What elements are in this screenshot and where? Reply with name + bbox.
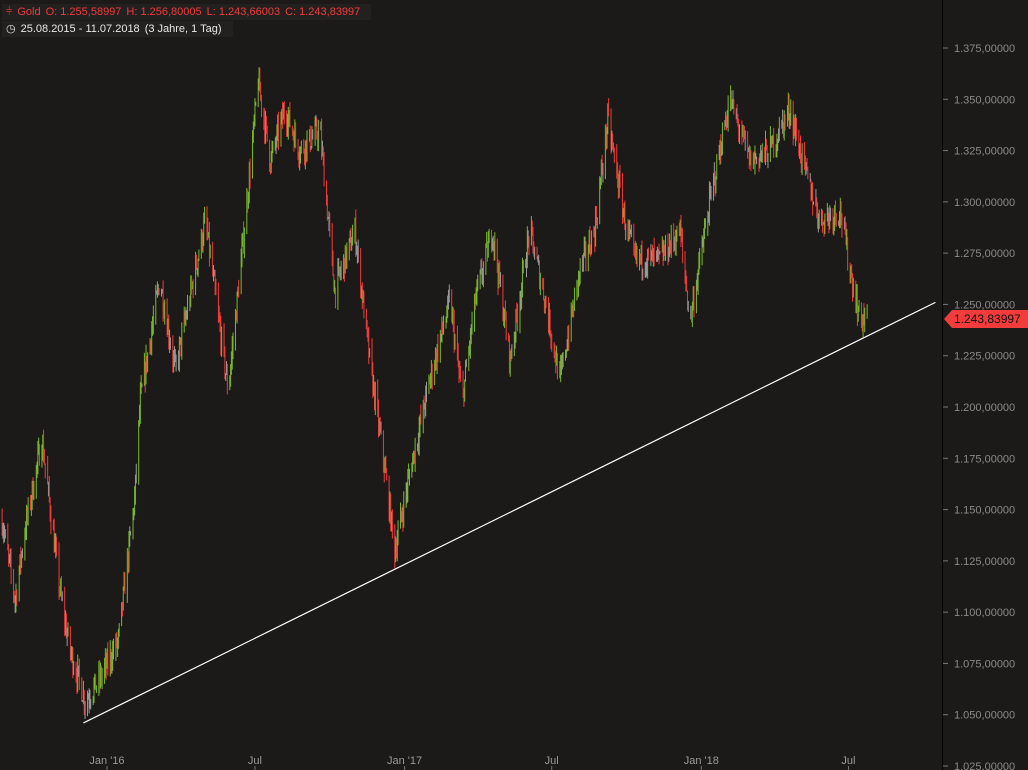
candles [1, 67, 868, 719]
y-tick-label: 1.075,00000 [954, 658, 1015, 670]
price-axis-separator [942, 0, 943, 770]
y-tick-label: 1.050,00000 [954, 710, 1015, 722]
y-tick-label: 1.200,00000 [954, 402, 1015, 414]
x-tick-label: Jul [545, 755, 559, 767]
y-tick-label: 1.325,00000 [954, 146, 1015, 158]
last-price-tag: 1.243,83997 [944, 310, 1028, 328]
x-tick-label: Jul [248, 755, 262, 767]
open-value: O: 1.255,58997 [45, 6, 122, 18]
price-chart[interactable]: 1.375,00000 1.350,00000 1.325,00000 1.300,0… [0, 0, 1028, 770]
x-tick-label: Jan '17 [387, 755, 422, 767]
y-tick-label: 1.275,00000 [954, 248, 1015, 260]
y-tick-label: 1.125,00000 [954, 556, 1015, 568]
y-tick-label: 1.300,00000 [954, 197, 1015, 209]
date-range-legend: ◷ 25.08.2015 - 11.07.2018 (3 Jahre, 1 Tag) [2, 21, 233, 37]
low-value: L: 1.243,66003 [206, 6, 281, 18]
symbol-label: Gold [17, 6, 41, 18]
y-tick-label: 1.225,00000 [954, 351, 1015, 363]
x-tick-label: Jan '18 [684, 755, 719, 767]
date-range: 25.08.2015 - 11.07.2018 [20, 23, 140, 35]
duration: (3 Jahre, 1 Tag) [144, 23, 222, 35]
close-value: C: 1.243,83997 [285, 6, 361, 18]
y-tick-label: 1.175,00000 [954, 453, 1015, 465]
y-tick-label: 1.375,00000 [954, 43, 1015, 55]
high-value: H: 1.256,80005 [126, 6, 202, 18]
ohlc-legend: ⫩ Gold O: 1.255,58997 H: 1.256,80005 L: 1.24… [2, 4, 372, 20]
x-tick-label: Jul [841, 755, 855, 767]
y-tick-label: 1.025,00000 [954, 761, 1015, 770]
clock-icon: ◷ [6, 23, 16, 35]
y-tick-label: 1.250,00000 [954, 299, 1015, 311]
x-tick-label: Jan '16 [89, 755, 124, 767]
candles-icon: ⫩ [6, 6, 13, 18]
y-tick-label: 1.100,00000 [954, 607, 1015, 619]
y-tick-label: 1.350,00000 [954, 94, 1015, 106]
y-tick-label: 1.150,00000 [954, 505, 1015, 517]
